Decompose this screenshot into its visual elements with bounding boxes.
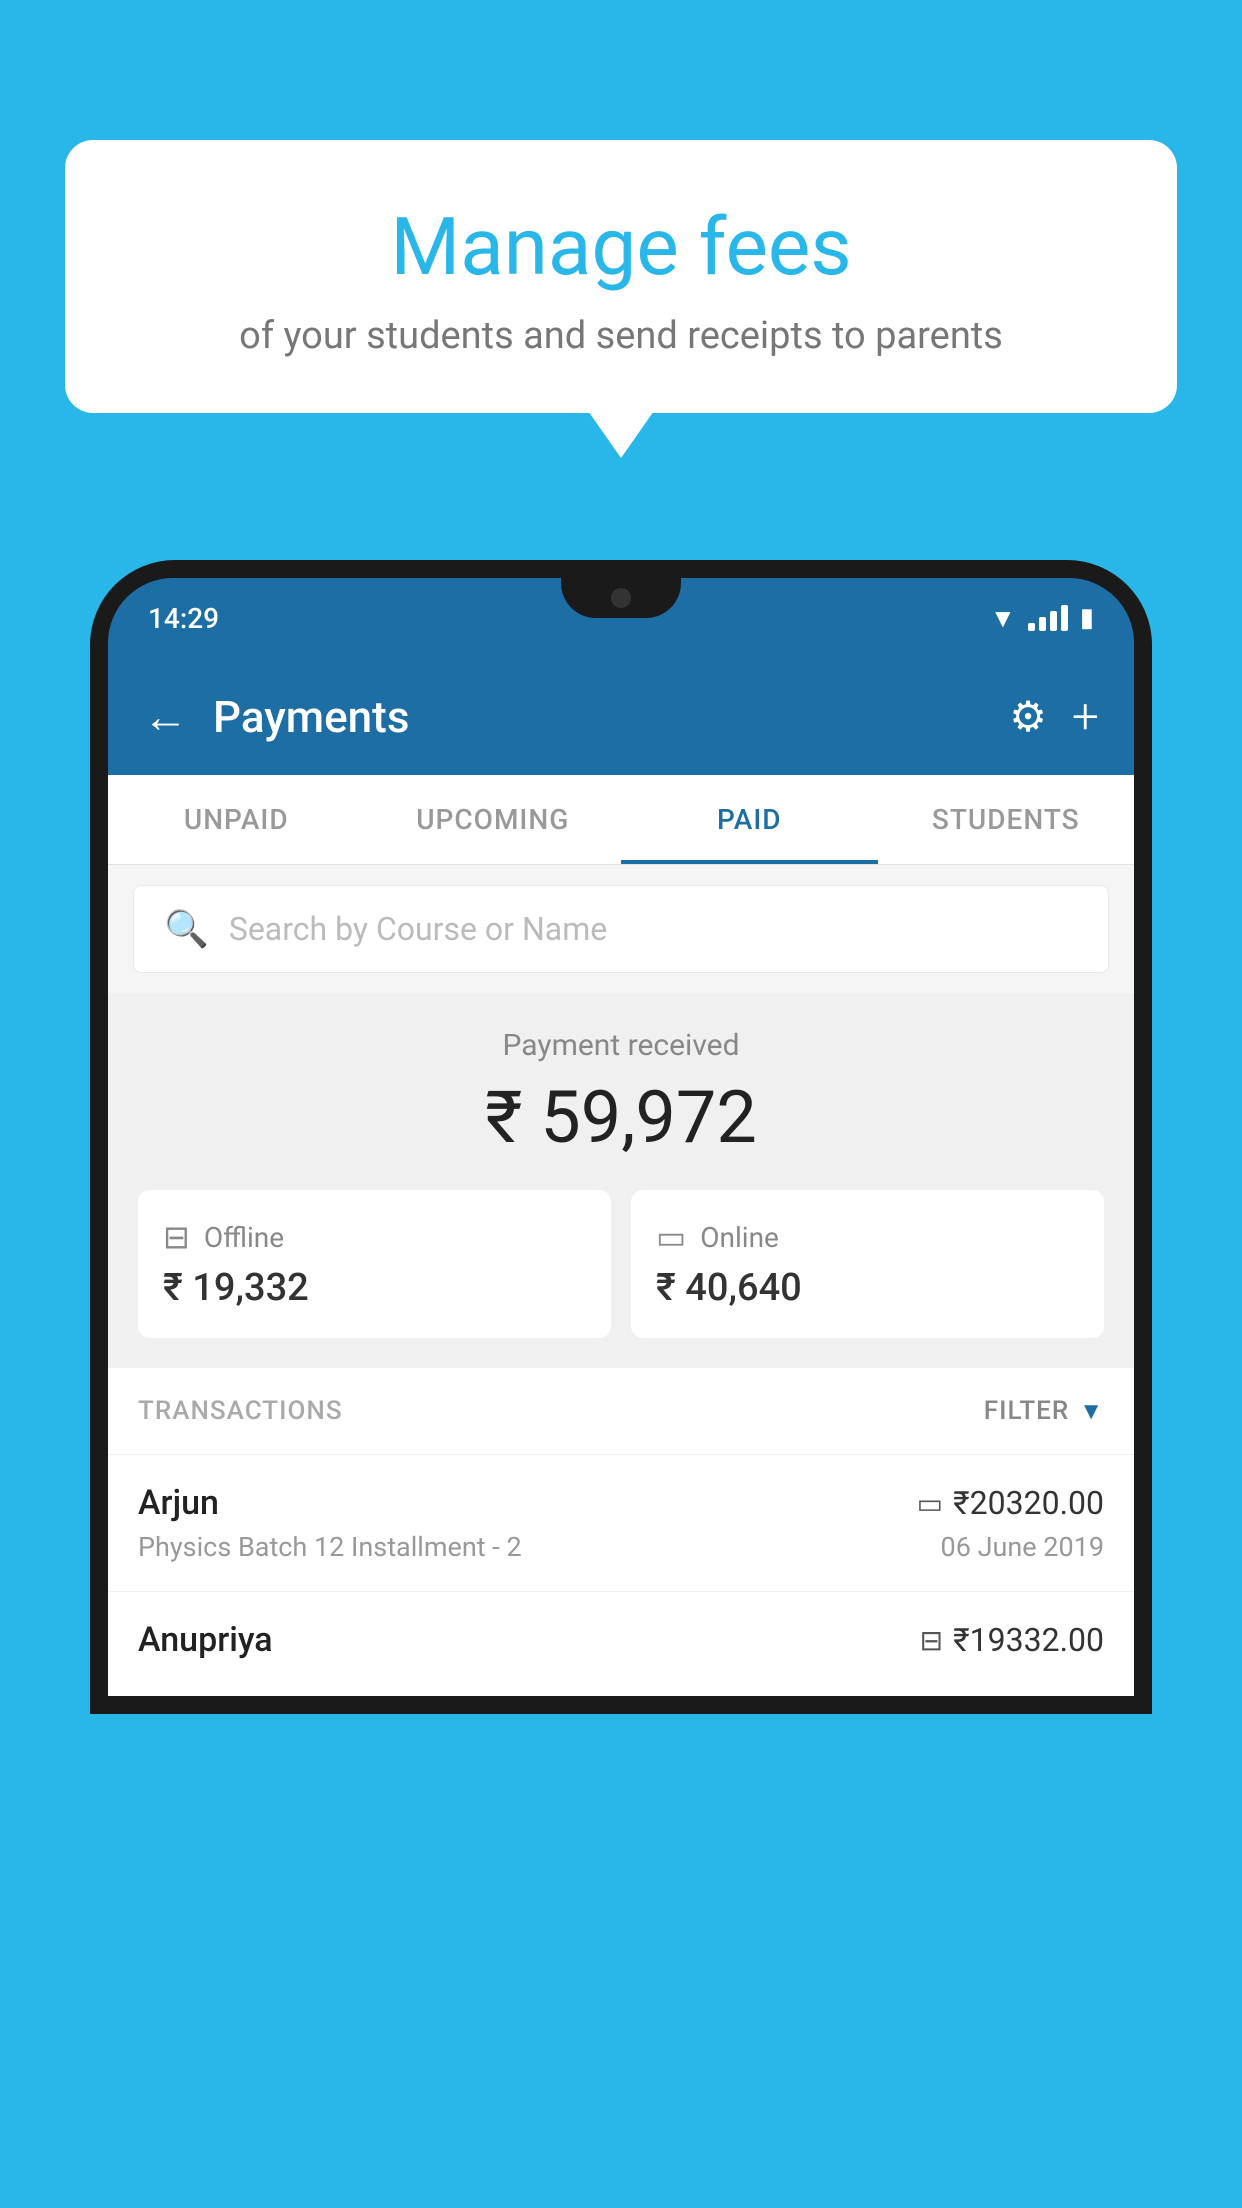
- transaction-name-1: Arjun: [138, 1483, 219, 1523]
- tab-paid[interactable]: PAID: [621, 775, 878, 864]
- transaction-bottom-1: Physics Batch 12 Installment - 2 06 June…: [138, 1531, 1104, 1563]
- transaction-amount-2: ⊟ ₹19332.00: [920, 1621, 1104, 1659]
- tab-upcoming[interactable]: UPCOMING: [365, 775, 622, 864]
- search-container: 🔍 Search by Course or Name: [108, 865, 1134, 993]
- transaction-date-1: 06 June 2019: [941, 1531, 1104, 1563]
- search-box[interactable]: 🔍 Search by Course or Name: [133, 885, 1109, 973]
- offline-icon: ⊟: [163, 1218, 190, 1256]
- offline-label: Offline: [204, 1221, 284, 1254]
- offline-icon-2: ⊟: [920, 1624, 943, 1657]
- bubble-title: Manage fees: [115, 200, 1127, 294]
- payment-received-section: Payment received ₹ 59,972 ⊟ Offline ₹ 19…: [108, 993, 1134, 1368]
- amount-value-1: ₹20320.00: [953, 1484, 1104, 1522]
- card-icon-1: ▭: [917, 1487, 943, 1520]
- offline-card-header: ⊟ Offline: [163, 1218, 586, 1256]
- tab-unpaid[interactable]: UNPAID: [108, 775, 365, 864]
- table-row[interactable]: Anupriya ⊟ ₹19332.00: [108, 1591, 1134, 1696]
- transactions-label: TRANSACTIONS: [138, 1396, 343, 1426]
- phone-outer: 14:29 ▼ ▮ ← Payments ⚙: [90, 560, 1152, 1714]
- search-input[interactable]: Search by Course or Name: [229, 910, 607, 948]
- amount-value-2: ₹19332.00: [953, 1621, 1104, 1659]
- battery-icon: ▮: [1080, 603, 1094, 633]
- filter-label: FILTER: [984, 1396, 1069, 1426]
- tabs-bar: UNPAID UPCOMING PAID STUDENTS: [108, 775, 1134, 865]
- phone-notch: [561, 578, 681, 618]
- payment-received-label: Payment received: [138, 1028, 1104, 1063]
- page-title: Payments: [213, 691, 984, 743]
- transaction-top-1: Arjun ▭ ₹20320.00: [138, 1483, 1104, 1523]
- speech-bubble: Manage fees of your students and send re…: [65, 140, 1177, 413]
- transaction-name-2: Anupriya: [138, 1620, 273, 1660]
- online-label: Online: [700, 1221, 779, 1254]
- transactions-header: TRANSACTIONS FILTER ▼: [108, 1368, 1134, 1454]
- search-icon: 🔍: [164, 908, 209, 950]
- online-card: ▭ Online ₹ 40,640: [631, 1190, 1104, 1338]
- signal-icon: [1028, 605, 1068, 631]
- payment-cards: ⊟ Offline ₹ 19,332 ▭ Online ₹ 40,640: [138, 1190, 1104, 1338]
- transaction-course-1: Physics Batch 12 Installment - 2: [138, 1531, 522, 1563]
- status-bar: 14:29 ▼ ▮: [108, 578, 1134, 658]
- filter-icon: ▼: [1079, 1397, 1104, 1426]
- app-header: ← Payments ⚙ +: [108, 658, 1134, 775]
- phone-mockup: 14:29 ▼ ▮ ← Payments ⚙: [90, 560, 1152, 2208]
- transaction-top-2: Anupriya ⊟ ₹19332.00: [138, 1620, 1104, 1660]
- filter-button[interactable]: FILTER ▼: [984, 1396, 1104, 1426]
- add-button[interactable]: +: [1072, 688, 1099, 745]
- bubble-subtitle: of your students and send receipts to pa…: [115, 314, 1127, 358]
- offline-card: ⊟ Offline ₹ 19,332: [138, 1190, 611, 1338]
- offline-amount: ₹ 19,332: [163, 1266, 586, 1310]
- back-button[interactable]: ←: [143, 694, 188, 739]
- online-icon: ▭: [656, 1218, 686, 1256]
- payment-received-amount: ₹ 59,972: [138, 1075, 1104, 1160]
- status-time: 14:29: [148, 602, 219, 635]
- online-amount: ₹ 40,640: [656, 1266, 1079, 1310]
- app-screen: ← Payments ⚙ + UNPAID UPCOMING PAID STUD…: [108, 658, 1134, 1696]
- online-card-header: ▭ Online: [656, 1218, 1079, 1256]
- status-icons: ▼ ▮: [990, 603, 1094, 634]
- transaction-amount-1: ▭ ₹20320.00: [917, 1484, 1104, 1522]
- camera: [611, 588, 631, 608]
- tab-students[interactable]: STUDENTS: [878, 775, 1135, 864]
- settings-icon[interactable]: ⚙: [1009, 692, 1047, 742]
- wifi-icon: ▼: [990, 603, 1016, 634]
- table-row[interactable]: Arjun ▭ ₹20320.00 Physics Batch 12 Insta…: [108, 1454, 1134, 1591]
